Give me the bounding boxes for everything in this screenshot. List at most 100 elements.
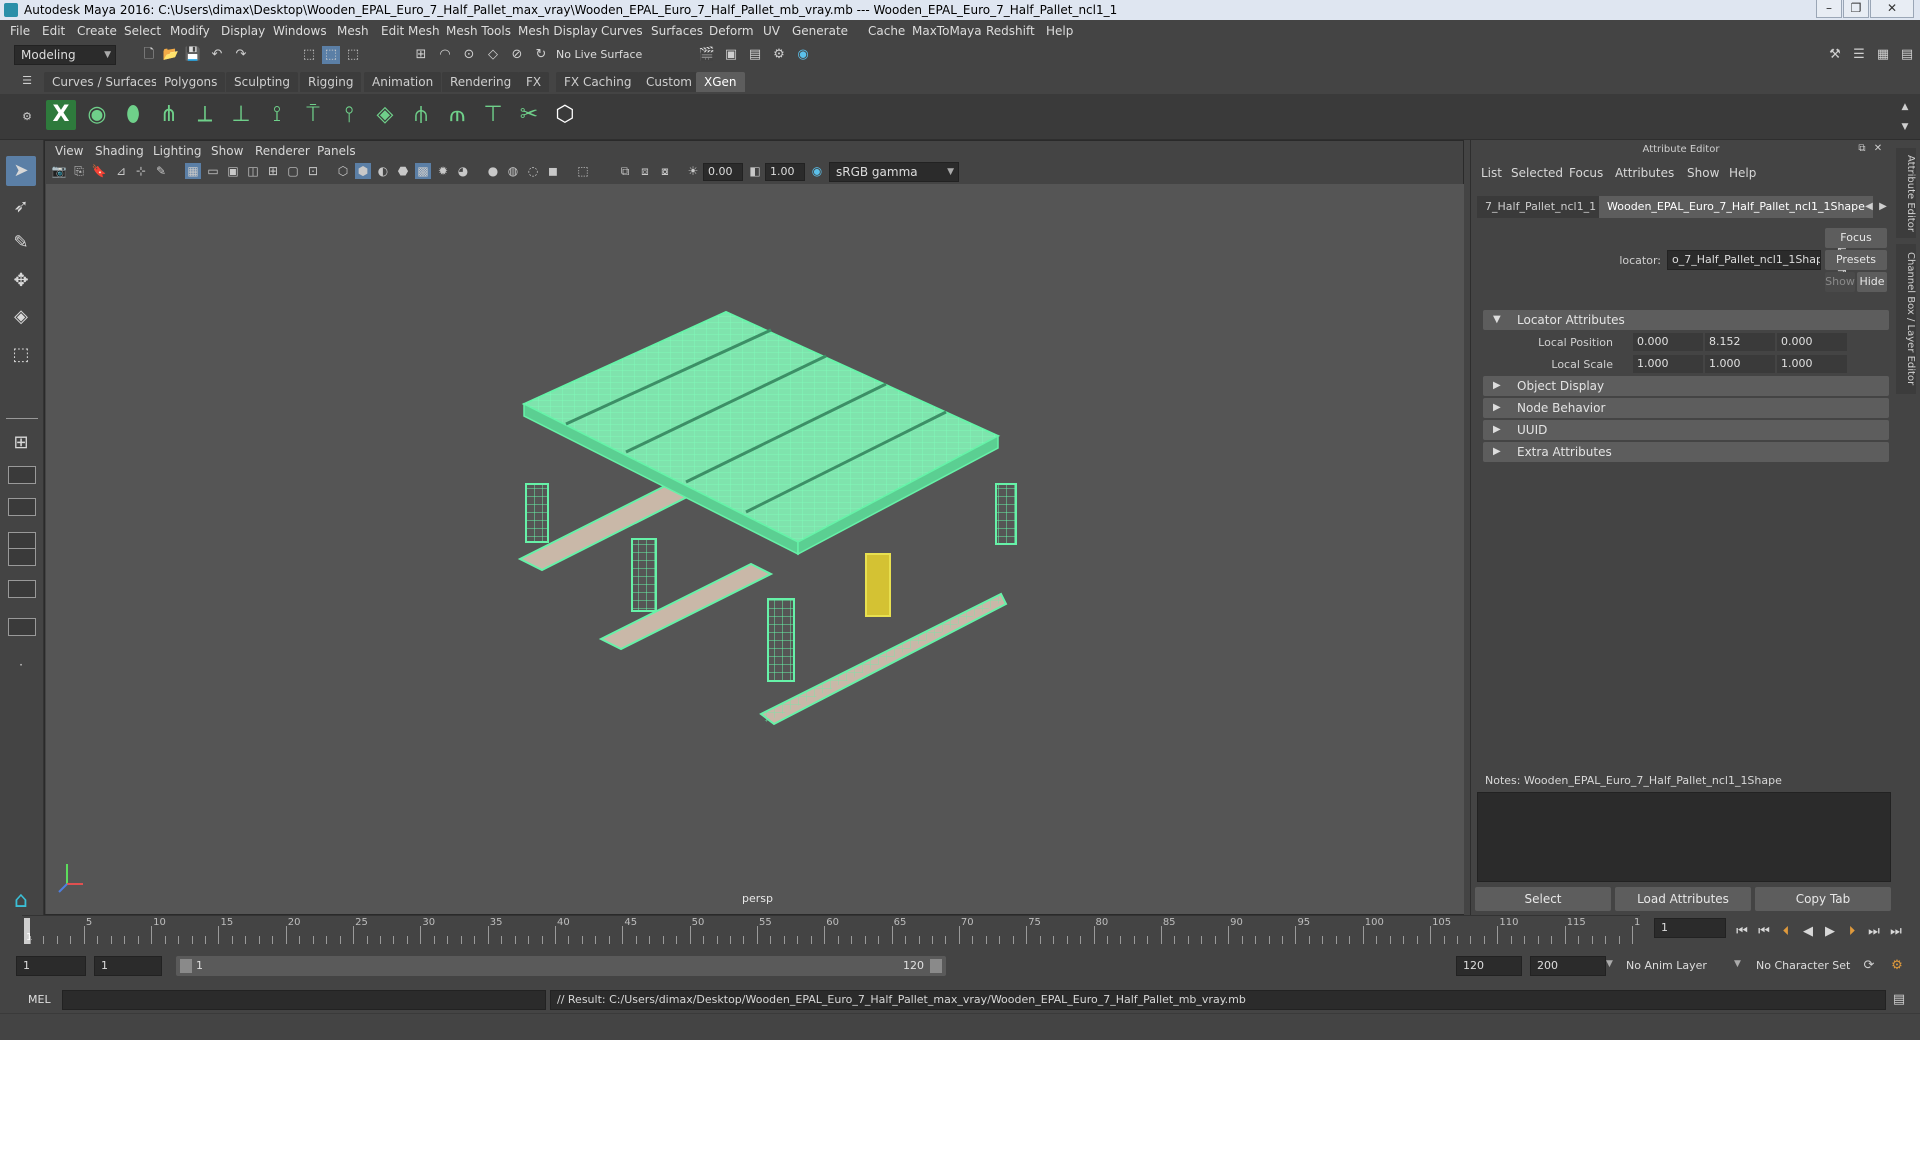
two-d-pan-zoom-icon[interactable]: ⊹: [133, 163, 149, 179]
sculpt-guide-icon[interactable]: ⟟: [262, 100, 292, 130]
camera-select-icon[interactable]: 📷: [51, 163, 67, 179]
close-icon[interactable]: ✕: [1871, 142, 1885, 156]
side-by-side-layout-icon[interactable]: [8, 498, 36, 516]
show-button[interactable]: Show: [1825, 272, 1855, 292]
shelf-tab-curves-surfaces[interactable]: Curves / Surfaces: [44, 72, 166, 92]
render-view-icon[interactable]: 🎬: [698, 46, 716, 64]
section-extra-attributes[interactable]: ▶ Extra Attributes: [1483, 442, 1889, 462]
use-default-material-icon[interactable]: ◐: [375, 163, 391, 179]
camera-attributes-icon[interactable]: ⎘: [71, 163, 87, 179]
shelf-tab-xgen[interactable]: XGen: [696, 72, 745, 92]
normalize-guides-icon[interactable]: ⊤: [478, 100, 508, 130]
step-forward-key-icon[interactable]: ⏭: [1866, 924, 1882, 939]
paint-select-tool-icon[interactable]: ✎: [6, 228, 36, 258]
notes-textarea[interactable]: [1477, 792, 1891, 882]
presets-button[interactable]: Presets: [1825, 250, 1887, 270]
isolate-select-icon[interactable]: ⬚: [575, 163, 591, 179]
open-scene-icon[interactable]: 📂: [162, 46, 180, 64]
select-button[interactable]: Select: [1475, 887, 1611, 911]
script-editor-icon[interactable]: ▤: [1890, 991, 1908, 1009]
menu-surfaces[interactable]: Surfaces: [651, 24, 703, 38]
tab-attribute-editor[interactable]: Attribute Editor: [1896, 148, 1916, 238]
create-description-icon[interactable]: ⬮: [118, 100, 148, 130]
tab-transform-node[interactable]: 7_Half_Pallet_ncl1_1: [1477, 196, 1605, 218]
step-forward-frame-icon[interactable]: ⏵: [1844, 924, 1860, 939]
section-uuid[interactable]: ▶ UUID: [1483, 420, 1889, 440]
hexagon-icon[interactable]: ⬡: [550, 100, 580, 130]
lasso-tool-icon[interactable]: ➶: [6, 192, 36, 222]
tab-scroll-left-icon[interactable]: ◀: [1863, 198, 1875, 216]
safe-title-icon[interactable]: ⊡: [305, 163, 321, 179]
menu-set-dropdown[interactable]: Modeling ▼: [14, 45, 116, 65]
safe-action-icon[interactable]: ▢: [285, 163, 301, 179]
wireframe-icon[interactable]: ⬡: [335, 163, 351, 179]
snap-curve-icon[interactable]: ◠: [436, 46, 454, 64]
field-chart-icon[interactable]: ⊞: [265, 163, 281, 179]
step-back-frame-icon[interactable]: ⏴: [1778, 924, 1794, 939]
rotate-tool-icon[interactable]: ◈: [6, 302, 36, 332]
xgen-editor-icon[interactable]: X: [46, 100, 76, 130]
menu-modify[interactable]: Modify: [170, 24, 210, 38]
playback-end-field[interactable]: 120: [1456, 956, 1522, 976]
cut-guides-icon[interactable]: ✂: [514, 100, 544, 130]
attribute-editor-toggle-icon[interactable]: ☰: [1850, 46, 1868, 64]
snap-grid-icon[interactable]: ⊞: [412, 46, 430, 64]
shelf-tab-custom[interactable]: Custom: [638, 72, 700, 92]
save-scene-icon[interactable]: 💾: [184, 46, 202, 64]
ae-menu-show[interactable]: Show: [1687, 166, 1719, 180]
textured-icon[interactable]: ▩: [415, 163, 431, 179]
step-back-key-icon[interactable]: ⏮: [1756, 924, 1772, 939]
focus-button[interactable]: Focus: [1825, 228, 1887, 248]
select-by-component-icon[interactable]: ⬚: [344, 46, 362, 64]
grease-pencil-icon[interactable]: ✎: [153, 163, 169, 179]
section-node-behavior[interactable]: ▶ Node Behavior: [1483, 398, 1889, 418]
chevron-down-icon[interactable]: ▼: [1606, 959, 1613, 969]
panel-menu-view[interactable]: View: [55, 144, 83, 158]
menu-maxtomaya[interactable]: MaxToMaya: [912, 24, 982, 38]
make-live-icon[interactable]: ⊘: [508, 46, 526, 64]
undo-icon[interactable]: ↶: [208, 46, 226, 64]
screen-space-ao-icon[interactable]: ●: [485, 163, 501, 179]
time-slider[interactable]: 1 51015202530354045505560657075808590951…: [22, 915, 1653, 945]
shelf-tab-fx-caching[interactable]: FX Caching: [556, 72, 640, 92]
menu-mesh-tools[interactable]: Mesh Tools: [446, 24, 511, 38]
animation-start-field[interactable]: 1: [16, 956, 86, 976]
color-management-icon[interactable]: ◉: [809, 163, 825, 179]
select-tool-icon[interactable]: ➤: [6, 156, 36, 186]
shelf-scroll-up-icon[interactable]: ▲: [1896, 98, 1914, 116]
current-frame-field[interactable]: 1: [1654, 918, 1726, 938]
float-panel-icon[interactable]: ⧉: [1855, 142, 1869, 156]
panel-menu-panels[interactable]: Panels: [317, 144, 356, 158]
film-gate-icon[interactable]: ▭: [205, 163, 221, 179]
menu-uv[interactable]: UV: [763, 24, 780, 38]
tab-scroll-right-icon[interactable]: ▶: [1877, 198, 1889, 216]
ae-menu-selected[interactable]: Selected: [1511, 166, 1563, 180]
local-scale-x[interactable]: 1.000: [1633, 355, 1703, 373]
groom-icon[interactable]: ⫙: [442, 100, 472, 130]
copy-tab-button[interactable]: Copy Tab: [1755, 887, 1891, 911]
outliner-layout-icon[interactable]: [8, 580, 36, 598]
guides-to-curves-icon[interactable]: ⫯: [334, 100, 364, 130]
menu-display[interactable]: Display: [221, 24, 265, 38]
auto-key-icon[interactable]: ⟳: [1860, 957, 1878, 975]
hypershade-icon[interactable]: ◉: [794, 46, 812, 64]
shelf-tab-rigging[interactable]: Rigging: [300, 72, 362, 92]
shelf-tab-animation[interactable]: Animation: [364, 72, 442, 92]
chevron-down-icon[interactable]: ▼: [1734, 959, 1741, 969]
shelf-tab-sculpting[interactable]: Sculpting: [226, 72, 299, 92]
local-scale-y[interactable]: 1.000: [1705, 355, 1775, 373]
render-settings-icon[interactable]: ⚙: [770, 46, 788, 64]
menu-redshift[interactable]: Redshift: [986, 24, 1035, 38]
xgen-preview-icon[interactable]: ◉: [82, 100, 112, 130]
section-object-display[interactable]: ▶ Object Display: [1483, 376, 1889, 396]
add-guide-icon[interactable]: ⟂: [190, 100, 220, 130]
ae-menu-attributes[interactable]: Attributes: [1615, 166, 1674, 180]
redo-icon[interactable]: ↷: [232, 46, 250, 64]
rebuild-guides-icon[interactable]: ⫛: [406, 100, 436, 130]
load-attributes-button[interactable]: Load Attributes: [1615, 887, 1751, 911]
menu-windows[interactable]: Windows: [273, 24, 327, 38]
exposure-field[interactable]: 0.00: [703, 163, 743, 181]
render-frame-icon[interactable]: ▣: [722, 46, 740, 64]
move-tool-icon[interactable]: ✥: [6, 266, 36, 296]
menu-cache[interactable]: Cache: [868, 24, 905, 38]
